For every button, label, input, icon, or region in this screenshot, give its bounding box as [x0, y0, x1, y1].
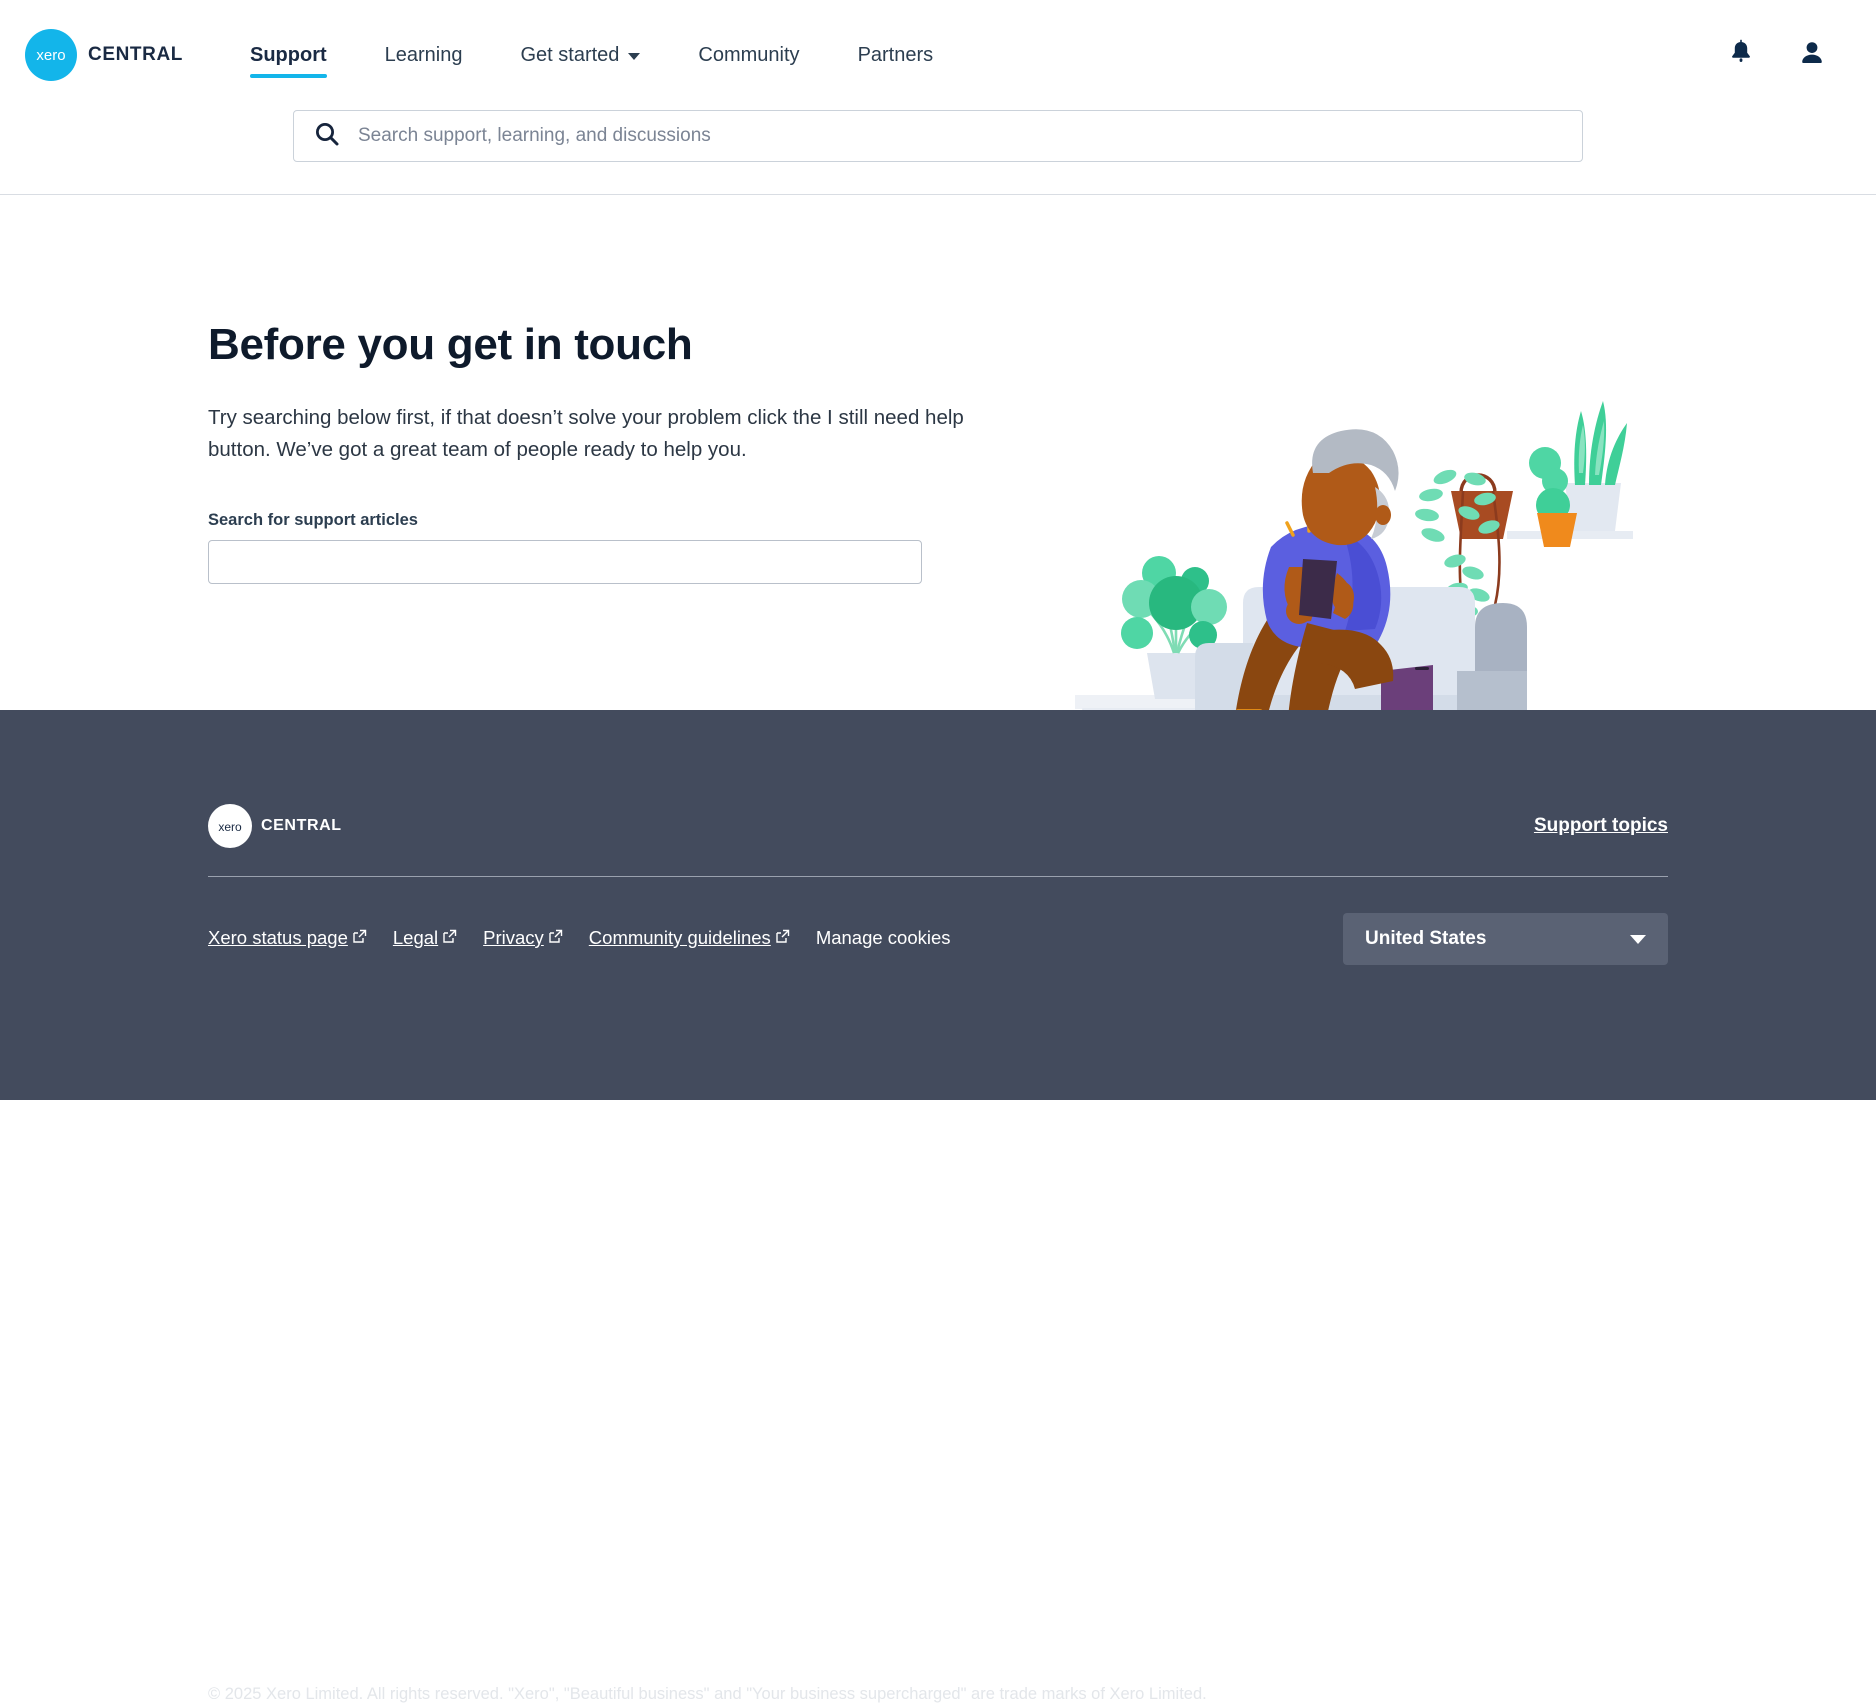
nav-item-support[interactable]: Support [221, 0, 356, 110]
external-link-icon [442, 927, 457, 949]
search-icon [314, 121, 340, 152]
external-link-icon [775, 927, 790, 949]
nav-item-label: Learning [384, 43, 463, 66]
nav-item-get-started[interactable]: Get started [491, 0, 669, 110]
svg-text:xero: xero [36, 47, 65, 64]
global-search-box[interactable] [293, 110, 1583, 162]
svg-text:xero: xero [218, 820, 242, 834]
footer-logo[interactable]: xero CENTRAL [208, 804, 342, 848]
footer-links: Xero status page Legal Privacy Community… [208, 927, 951, 949]
footer-link-community-guidelines[interactable]: Community guidelines [589, 927, 790, 949]
footer-link-label: Legal [392, 927, 439, 948]
primary-nav: Support Learning Get started Community P… [221, 0, 962, 110]
country-selector[interactable]: United States [1343, 913, 1668, 965]
support-search-label: Search for support articles [208, 511, 418, 529]
footer-link-privacy[interactable]: Privacy [483, 927, 563, 949]
hero-content: Before you get in touch Try searching be… [208, 195, 964, 710]
account-person-icon[interactable] [1798, 39, 1826, 72]
chevron-down-icon [1630, 934, 1646, 944]
site-footer: xero CENTRAL Support topics Xero status … [0, 710, 1876, 1703]
site-header: xero CENTRAL Support Learning Get starte… [0, 0, 1876, 110]
nav-item-learning[interactable]: Learning [356, 0, 492, 110]
xero-central-logo[interactable]: xero CENTRAL [22, 29, 183, 81]
xero-logo-icon: xero [208, 804, 252, 848]
footer-top-row: xero CENTRAL Support topics [208, 710, 1668, 860]
global-search-bar [0, 110, 1876, 195]
footer-brand-wordmark: CENTRAL [261, 817, 342, 834]
hero-description: Try searching below first, if that doesn… [208, 406, 964, 461]
footer-link-label: Manage cookies [815, 927, 951, 948]
header-actions [1728, 39, 1854, 72]
country-selector-value: United States [1365, 928, 1487, 949]
nav-item-label: Get started [520, 43, 620, 66]
footer-link-legal[interactable]: Legal [393, 927, 457, 949]
nav-item-partners[interactable]: Partners [829, 0, 963, 110]
nav-item-label: Support [249, 43, 327, 66]
nav-item-label: Partners [857, 43, 934, 66]
chevron-down-icon [628, 53, 641, 60]
nav-item-label: Community [698, 43, 800, 66]
copyright-text: © 2025 Xero Limited. All rights reserved… [208, 1685, 1207, 1703]
footer-link-label: Privacy [483, 927, 544, 948]
support-search-input[interactable] [208, 540, 922, 584]
nav-item-community[interactable]: Community [669, 0, 828, 110]
external-link-icon [352, 927, 367, 949]
footer-bottom-row: Xero status page Legal Privacy Community… [208, 877, 1668, 965]
brand-wordmark: CENTRAL [88, 44, 183, 65]
footer-link-manage-cookies[interactable]: Manage cookies [816, 927, 951, 949]
external-link-icon [548, 927, 563, 949]
hero-section: Before you get in touch Try searching be… [0, 195, 1876, 813]
notifications-bell-icon[interactable] [1728, 39, 1754, 72]
footer-link-xero-status-page[interactable]: Xero status page [208, 927, 367, 949]
support-topics-link[interactable]: Support topics [1534, 815, 1668, 837]
page-title: Before you get in touch [208, 320, 693, 369]
global-search-input[interactable] [358, 125, 1562, 147]
footer-link-label: Xero status page [208, 927, 348, 948]
xero-logo-icon: xero [25, 29, 77, 81]
footer-link-label: Community guidelines [588, 927, 771, 948]
